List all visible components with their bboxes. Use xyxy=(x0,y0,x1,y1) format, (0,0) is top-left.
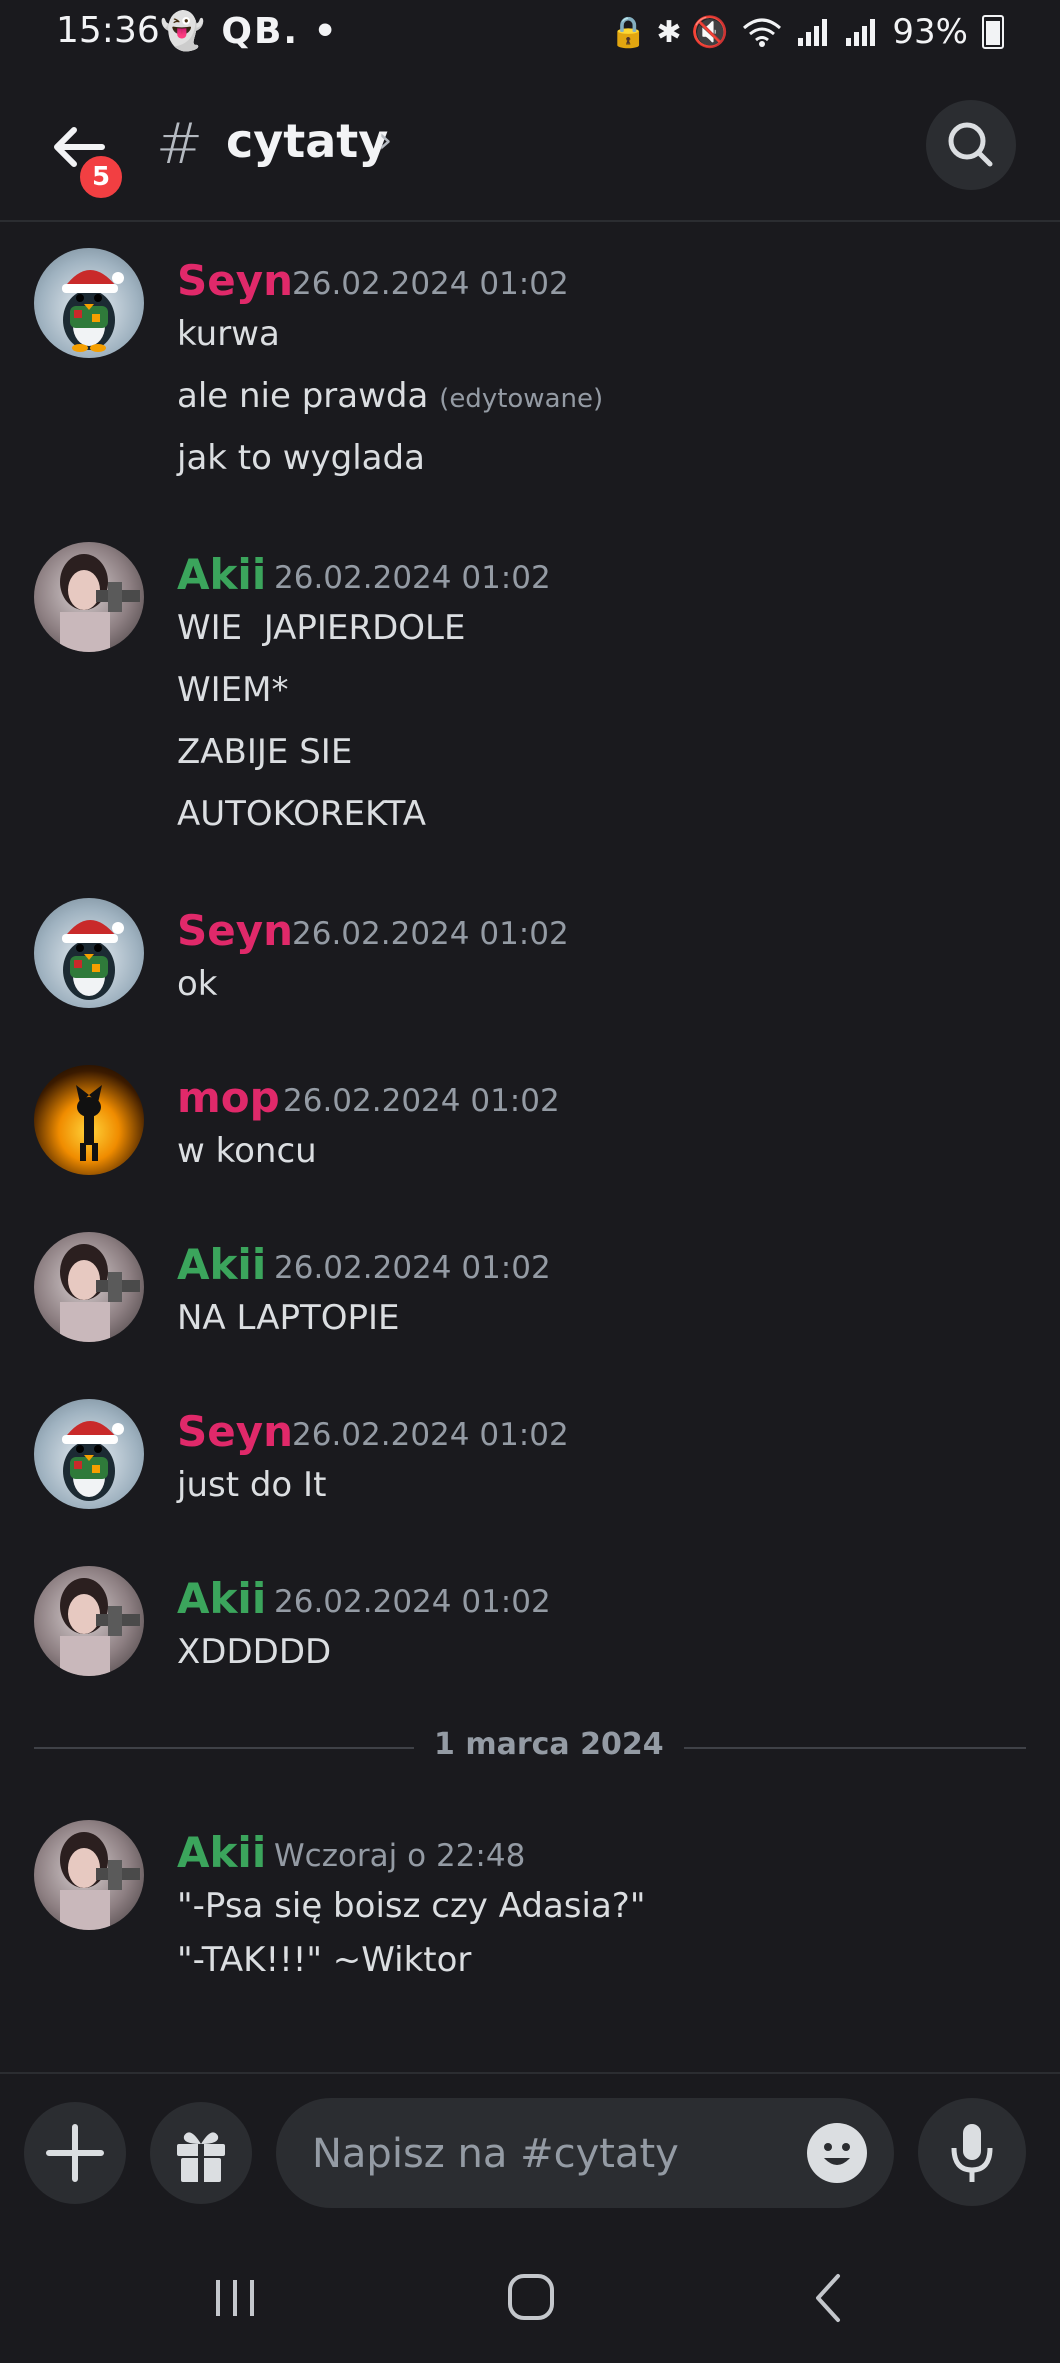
microphone-icon xyxy=(951,2124,993,2182)
message-text: ale nie prawda (edytowane) xyxy=(177,376,604,416)
avatar[interactable] xyxy=(34,1232,144,1342)
system-icons: 🔒 ✱ 🔇 xyxy=(609,14,729,50)
message-timestamp: 26.02.2024 01:02 xyxy=(292,266,569,302)
message-text: just do It xyxy=(177,1465,327,1505)
status-right: 🔒 ✱ 🔇 93% xyxy=(609,12,1004,52)
message-text: ZABIJE SIE xyxy=(177,732,353,772)
gift-button[interactable] xyxy=(150,2102,252,2204)
avatar[interactable] xyxy=(34,1820,144,1930)
message-timestamp: 26.02.2024 01:02 xyxy=(274,1584,551,1620)
message-text: ok xyxy=(177,964,218,1004)
author-name[interactable]: Seyn xyxy=(177,256,293,305)
author-name[interactable]: Seyn xyxy=(177,1407,293,1456)
message-timestamp: Wczoraj o 22:48 xyxy=(274,1838,526,1874)
message-text: jak to wyglada xyxy=(177,438,425,478)
message-composer: Napisz na #cytaty xyxy=(0,2072,1060,2234)
message-text: NA LAPTOPIE xyxy=(177,1298,400,1338)
message-timestamp: 26.02.2024 01:02 xyxy=(274,1250,551,1286)
message-text: kurwa xyxy=(177,314,280,354)
battery-icon xyxy=(982,15,1004,49)
message-text: "-TAK!!!" ~Wiktor xyxy=(177,1940,472,1980)
unread-badge: 5 xyxy=(76,152,126,202)
recent-apps-icon[interactable] xyxy=(200,2272,270,2322)
avatar[interactable] xyxy=(34,898,144,1008)
channel-header: 5 # cytaty › xyxy=(0,72,1060,222)
emoji-icon[interactable] xyxy=(806,2122,868,2184)
message-timestamp: 26.02.2024 01:02 xyxy=(274,560,551,596)
message-text: XDDDDD xyxy=(177,1632,332,1672)
message-timestamp: 26.02.2024 01:02 xyxy=(292,1417,569,1453)
avatar[interactable] xyxy=(34,542,144,652)
author-name[interactable]: Akii xyxy=(177,1574,266,1623)
search-icon xyxy=(948,122,993,167)
message-input[interactable]: Napisz na #cytaty xyxy=(276,2098,894,2208)
search-button[interactable] xyxy=(926,100,1016,190)
signal-icon-2 xyxy=(846,19,876,46)
gift-icon xyxy=(177,2132,225,2182)
avatar[interactable] xyxy=(34,248,144,358)
channel-title[interactable]: cytaty xyxy=(226,114,388,168)
message-timestamp: 26.02.2024 01:02 xyxy=(283,1083,560,1119)
avatar[interactable] xyxy=(34,1399,144,1509)
status-time: 15:36 xyxy=(56,10,160,51)
system-navigation-bar xyxy=(0,2232,1060,2363)
message-text: WIEM* xyxy=(177,670,289,710)
author-name[interactable]: Akii xyxy=(177,1240,266,1289)
message-timestamp: 26.02.2024 01:02 xyxy=(292,916,569,952)
message-text: WIE JAPIERDOLE xyxy=(177,608,466,648)
status-bar: 15:36 👻 QB. • 🔒 ✱ 🔇 93% xyxy=(0,0,1060,72)
edited-label: (edytowane) xyxy=(439,384,604,414)
voice-message-button[interactable] xyxy=(918,2098,1026,2206)
signal-icon xyxy=(798,19,828,46)
add-attachment-button[interactable] xyxy=(24,2102,126,2204)
battery-percent: 93% xyxy=(892,12,968,52)
wifi-icon xyxy=(743,18,782,47)
home-icon[interactable] xyxy=(496,2268,566,2328)
date-divider-label: 1 marca 2024 xyxy=(414,1727,684,1762)
message-text: w koncu xyxy=(177,1131,317,1171)
avatar[interactable] xyxy=(34,1065,144,1175)
chevron-right-icon[interactable]: › xyxy=(378,120,392,161)
message-input-placeholder: Napisz na #cytaty xyxy=(312,2131,679,2177)
avatar[interactable] xyxy=(34,1566,144,1676)
author-name[interactable]: mop xyxy=(177,1073,280,1122)
author-name[interactable]: Akii xyxy=(177,1828,266,1877)
message-text: AUTOKOREKTA xyxy=(177,794,427,834)
channel-hash-icon: # xyxy=(156,112,203,177)
message-text: "-Psa się boisz czy Adasia?" xyxy=(177,1886,646,1926)
notification-icons: 👻 QB. • xyxy=(160,11,339,52)
author-name[interactable]: Akii xyxy=(177,550,266,599)
plus-icon xyxy=(46,2124,104,2182)
author-name[interactable]: Seyn xyxy=(177,906,293,955)
back-nav-icon[interactable] xyxy=(800,2268,860,2328)
